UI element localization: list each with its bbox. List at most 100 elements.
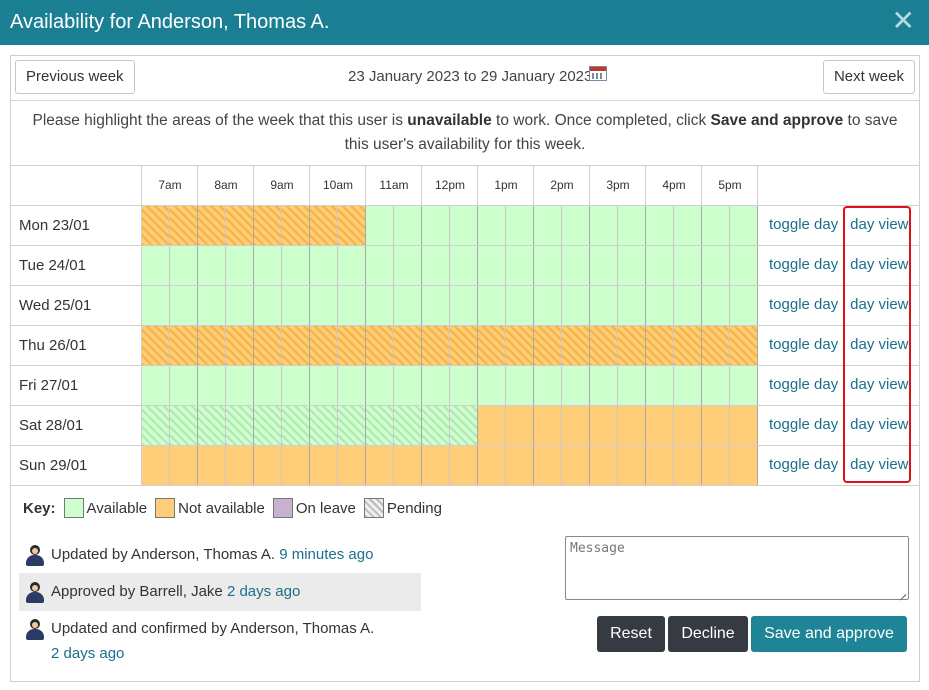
- save-and-approve-button[interactable]: Save and approve: [751, 616, 907, 652]
- time-slot-cell[interactable]: [534, 326, 562, 365]
- time-slot-cell[interactable]: [170, 206, 198, 245]
- time-slot-cell[interactable]: [198, 446, 226, 485]
- time-slot-cell[interactable]: [282, 206, 310, 245]
- time-slot-cell[interactable]: [338, 446, 366, 485]
- decline-button[interactable]: Decline: [668, 616, 748, 652]
- time-slot-cell[interactable]: [142, 446, 170, 485]
- toggle-day-link[interactable]: toggle day: [769, 296, 838, 313]
- time-slot-cell[interactable]: [562, 406, 590, 445]
- toggle-day-link[interactable]: toggle day: [769, 376, 838, 393]
- time-slot-cell[interactable]: [450, 286, 478, 325]
- time-slot-cell[interactable]: [282, 406, 310, 445]
- time-slot-cell[interactable]: [534, 206, 562, 245]
- time-slot-cell[interactable]: [646, 446, 674, 485]
- time-slot-cell[interactable]: [394, 206, 422, 245]
- time-slot-cell[interactable]: [478, 326, 506, 365]
- time-slot-cell[interactable]: [366, 406, 394, 445]
- time-slot-cell[interactable]: [310, 206, 338, 245]
- time-slot-cell[interactable]: [254, 206, 282, 245]
- time-slot-cell[interactable]: [730, 326, 758, 365]
- time-slot-cell[interactable]: [674, 206, 702, 245]
- time-slot-cell[interactable]: [590, 206, 618, 245]
- toggle-day-link[interactable]: toggle day: [769, 416, 838, 433]
- time-slot-cell[interactable]: [170, 326, 198, 365]
- time-slot-cell[interactable]: [562, 326, 590, 365]
- time-slot-cell[interactable]: [310, 246, 338, 285]
- time-slot-cell[interactable]: [142, 286, 170, 325]
- calendar-icon[interactable]: [589, 66, 607, 81]
- time-slot-cell[interactable]: [450, 406, 478, 445]
- time-slot-cell[interactable]: [338, 286, 366, 325]
- time-slot-cell[interactable]: [422, 326, 450, 365]
- time-slot-cell[interactable]: [562, 206, 590, 245]
- time-slot-cell[interactable]: [142, 366, 170, 405]
- time-slot-cell[interactable]: [450, 206, 478, 245]
- time-slot-cell[interactable]: [618, 406, 646, 445]
- time-slot-cell[interactable]: [674, 446, 702, 485]
- time-slot-cell[interactable]: [646, 286, 674, 325]
- time-slot-cell[interactable]: [254, 406, 282, 445]
- time-slot-cell[interactable]: [338, 366, 366, 405]
- time-slot-cell[interactable]: [422, 246, 450, 285]
- time-slot-cell[interactable]: [226, 406, 254, 445]
- time-slot-cell[interactable]: [674, 286, 702, 325]
- day-view-link[interactable]: day view: [850, 336, 908, 353]
- toggle-day-link[interactable]: toggle day: [769, 216, 838, 233]
- time-slot-cell[interactable]: [226, 206, 254, 245]
- time-slot-cell[interactable]: [366, 326, 394, 365]
- time-slot-cell[interactable]: [646, 406, 674, 445]
- time-slot-cell[interactable]: [366, 286, 394, 325]
- activity-time-link[interactable]: 9 minutes ago: [279, 546, 373, 563]
- time-slot-cell[interactable]: [226, 286, 254, 325]
- time-slot-cell[interactable]: [506, 246, 534, 285]
- time-slot-cell[interactable]: [730, 286, 758, 325]
- time-slot-cell[interactable]: [310, 366, 338, 405]
- time-slot-cell[interactable]: [506, 446, 534, 485]
- time-slot-cell[interactable]: [422, 286, 450, 325]
- time-slot-cell[interactable]: [506, 366, 534, 405]
- time-slot-cell[interactable]: [562, 366, 590, 405]
- time-slot-cell[interactable]: [702, 246, 730, 285]
- time-slot-cell[interactable]: [422, 206, 450, 245]
- toggle-day-link[interactable]: toggle day: [769, 456, 838, 473]
- next-week-button[interactable]: Next week: [822, 60, 915, 94]
- time-slot-cell[interactable]: [646, 206, 674, 245]
- time-slot-cell[interactable]: [198, 326, 226, 365]
- time-slot-cell[interactable]: [394, 446, 422, 485]
- time-slot-cell[interactable]: [142, 326, 170, 365]
- reset-button[interactable]: Reset: [597, 616, 665, 652]
- time-slot-cell[interactable]: [422, 446, 450, 485]
- time-slot-cell[interactable]: [478, 246, 506, 285]
- time-slot-cell[interactable]: [534, 446, 562, 485]
- time-slot-cell[interactable]: [730, 366, 758, 405]
- time-slot-cell[interactable]: [674, 246, 702, 285]
- time-slot-cell[interactable]: [198, 366, 226, 405]
- time-slot-cell[interactable]: [702, 286, 730, 325]
- time-slot-cell[interactable]: [338, 206, 366, 245]
- time-slot-cell[interactable]: [170, 366, 198, 405]
- time-slot-cell[interactable]: [702, 366, 730, 405]
- activity-time-link[interactable]: 2 days ago: [51, 645, 374, 662]
- time-slot-cell[interactable]: [646, 366, 674, 405]
- time-slot-cell[interactable]: [450, 246, 478, 285]
- day-view-link[interactable]: day view: [850, 256, 908, 273]
- day-view-link[interactable]: day view: [850, 456, 908, 473]
- time-slot-cell[interactable]: [282, 326, 310, 365]
- time-slot-cell[interactable]: [450, 446, 478, 485]
- time-slot-cell[interactable]: [394, 286, 422, 325]
- time-slot-cell[interactable]: [702, 326, 730, 365]
- time-slot-cell[interactable]: [506, 406, 534, 445]
- time-slot-cell[interactable]: [254, 246, 282, 285]
- time-slot-cell[interactable]: [366, 366, 394, 405]
- time-slot-cell[interactable]: [170, 246, 198, 285]
- time-slot-cell[interactable]: [254, 286, 282, 325]
- time-slot-cell[interactable]: [198, 406, 226, 445]
- time-slot-cell[interactable]: [618, 246, 646, 285]
- toggle-day-link[interactable]: toggle day: [769, 256, 838, 273]
- activity-time-link[interactable]: 2 days ago: [227, 583, 300, 600]
- time-slot-cell[interactable]: [478, 286, 506, 325]
- time-slot-cell[interactable]: [254, 326, 282, 365]
- time-slot-cell[interactable]: [478, 446, 506, 485]
- time-slot-cell[interactable]: [450, 326, 478, 365]
- time-slot-cell[interactable]: [366, 206, 394, 245]
